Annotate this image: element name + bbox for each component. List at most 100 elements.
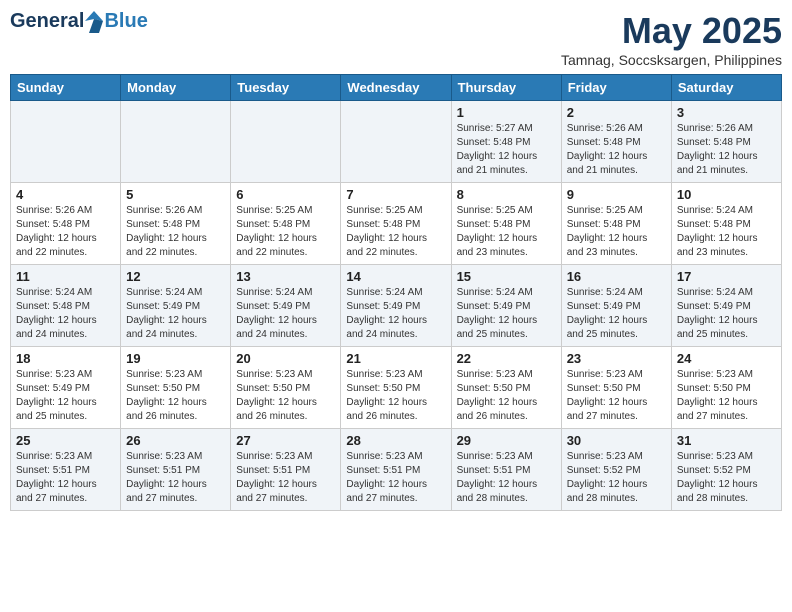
day-info: Sunrise: 5:25 AM Sunset: 5:48 PM Dayligh…	[236, 204, 335, 260]
day-info: Sunrise: 5:23 AM Sunset: 5:51 PM Dayligh…	[346, 450, 445, 506]
day-number: 10	[677, 187, 776, 202]
calendar-empty-cell	[231, 101, 341, 183]
day-number: 28	[346, 433, 445, 448]
day-number: 7	[346, 187, 445, 202]
calendar-empty-cell	[341, 101, 451, 183]
day-number: 26	[126, 433, 225, 448]
calendar-day-cell: 12Sunrise: 5:24 AM Sunset: 5:49 PM Dayli…	[121, 265, 231, 347]
day-info: Sunrise: 5:25 AM Sunset: 5:48 PM Dayligh…	[457, 204, 556, 260]
day-info: Sunrise: 5:24 AM Sunset: 5:49 PM Dayligh…	[346, 286, 445, 342]
day-info: Sunrise: 5:27 AM Sunset: 5:48 PM Dayligh…	[457, 122, 556, 178]
day-info: Sunrise: 5:23 AM Sunset: 5:51 PM Dayligh…	[126, 450, 225, 506]
day-number: 14	[346, 269, 445, 284]
calendar-day-cell: 10 Sunrise: 5:24 AM Sunset: 5:48 PM Dayli…	[671, 183, 781, 265]
day-info: Sunrise: 5:26 AM Sunset: 5:48 PM Dayligh…	[16, 204, 115, 260]
calendar-day-cell: 18Sunrise: 5:23 AM Sunset: 5:49 PM Dayli…	[11, 347, 121, 429]
day-info: Sunrise: 5:23 AM Sunset: 5:51 PM Dayligh…	[457, 450, 556, 506]
calendar-day-cell: 4 Sunrise: 5:26 AM Sunset: 5:48 PM Daylig…	[11, 183, 121, 265]
day-info: Sunrise: 5:23 AM Sunset: 5:52 PM Dayligh…	[677, 450, 776, 506]
calendar-body: 1Sunrise: 5:27 AM Sunset: 5:48 PM Daylig…	[11, 101, 782, 511]
calendar-day-cell: 24 Sunrise: 5:23 AM Sunset: 5:50 PM Dayli…	[671, 347, 781, 429]
calendar-day-cell: 3 Sunrise: 5:26 AM Sunset: 5:48 PM Daylig…	[671, 101, 781, 183]
day-info: Sunrise: 5:24 AM Sunset: 5:49 PM Dayligh…	[567, 286, 666, 342]
day-number: 25	[16, 433, 115, 448]
day-number: 13	[236, 269, 335, 284]
calendar-week-row: 18Sunrise: 5:23 AM Sunset: 5:49 PM Dayli…	[11, 347, 782, 429]
day-info: Sunrise: 5:23 AM Sunset: 5:49 PM Dayligh…	[16, 368, 115, 424]
weekday-header-cell: Tuesday	[231, 75, 341, 101]
weekday-header-cell: Saturday	[671, 75, 781, 101]
day-number: 19	[126, 351, 225, 366]
day-info: Sunrise: 5:26 AM Sunset: 5:48 PM Dayligh…	[126, 204, 225, 260]
calendar-day-cell: 9 Sunrise: 5:25 AM Sunset: 5:48 PM Daylig…	[561, 183, 671, 265]
calendar-day-cell: 30 Sunrise: 5:23 AM Sunset: 5:52 PM Dayli…	[561, 429, 671, 511]
day-info: Sunrise: 5:24 AM Sunset: 5:48 PM Dayligh…	[16, 286, 115, 342]
day-number: 15	[457, 269, 556, 284]
day-info: Sunrise: 5:26 AM Sunset: 5:48 PM Dayligh…	[677, 122, 776, 178]
month-title: May 2025	[561, 10, 782, 52]
day-number: 3	[677, 105, 776, 120]
day-number: 23	[567, 351, 666, 366]
calendar-day-cell: 8 Sunrise: 5:25 AM Sunset: 5:48 PM Daylig…	[451, 183, 561, 265]
location-title: Tamnag, Soccsksargen, Philippines	[561, 52, 782, 68]
day-number: 17	[677, 269, 776, 284]
calendar-day-cell: 22 Sunrise: 5:23 AM Sunset: 5:50 PM Dayli…	[451, 347, 561, 429]
weekday-header-cell: Friday	[561, 75, 671, 101]
calendar-empty-cell	[121, 101, 231, 183]
calendar-day-cell: 5 Sunrise: 5:26 AM Sunset: 5:48 PM Daylig…	[121, 183, 231, 265]
day-info: Sunrise: 5:24 AM Sunset: 5:49 PM Dayligh…	[126, 286, 225, 342]
calendar-day-cell: 15 Sunrise: 5:24 AM Sunset: 5:49 PM Dayli…	[451, 265, 561, 347]
calendar-day-cell: 26 Sunrise: 5:23 AM Sunset: 5:51 PM Dayli…	[121, 429, 231, 511]
day-number: 2	[567, 105, 666, 120]
day-info: Sunrise: 5:23 AM Sunset: 5:50 PM Dayligh…	[457, 368, 556, 424]
day-info: Sunrise: 5:23 AM Sunset: 5:50 PM Dayligh…	[126, 368, 225, 424]
day-info: Sunrise: 5:23 AM Sunset: 5:50 PM Dayligh…	[677, 368, 776, 424]
calendar-day-cell: 28 Sunrise: 5:23 AM Sunset: 5:51 PM Dayli…	[341, 429, 451, 511]
calendar-empty-cell	[11, 101, 121, 183]
calendar-week-row: 1Sunrise: 5:27 AM Sunset: 5:48 PM Daylig…	[11, 101, 782, 183]
title-area: May 2025 Tamnag, Soccsksargen, Philippin…	[561, 10, 782, 68]
weekday-header-row: SundayMondayTuesdayWednesdayThursdayFrid…	[11, 75, 782, 101]
weekday-header-cell: Wednesday	[341, 75, 451, 101]
calendar-day-cell: 7 Sunrise: 5:25 AM Sunset: 5:48 PM Daylig…	[341, 183, 451, 265]
day-info: Sunrise: 5:23 AM Sunset: 5:52 PM Dayligh…	[567, 450, 666, 506]
logo-icon	[85, 11, 103, 33]
calendar-day-cell: 21 Sunrise: 5:23 AM Sunset: 5:50 PM Dayli…	[341, 347, 451, 429]
calendar-day-cell: 1Sunrise: 5:27 AM Sunset: 5:48 PM Daylig…	[451, 101, 561, 183]
calendar-day-cell: 20 Sunrise: 5:23 AM Sunset: 5:50 PM Dayli…	[231, 347, 341, 429]
calendar-day-cell: 19 Sunrise: 5:23 AM Sunset: 5:50 PM Dayli…	[121, 347, 231, 429]
day-number: 5	[126, 187, 225, 202]
calendar-day-cell: 27 Sunrise: 5:23 AM Sunset: 5:51 PM Dayli…	[231, 429, 341, 511]
calendar-day-cell: 6Sunrise: 5:25 AM Sunset: 5:48 PM Daylig…	[231, 183, 341, 265]
day-info: Sunrise: 5:24 AM Sunset: 5:48 PM Dayligh…	[677, 204, 776, 260]
day-number: 20	[236, 351, 335, 366]
weekday-header-cell: Thursday	[451, 75, 561, 101]
logo-blue-text: Blue	[104, 10, 147, 33]
day-number: 16	[567, 269, 666, 284]
calendar-week-row: 11Sunrise: 5:24 AM Sunset: 5:48 PM Dayli…	[11, 265, 782, 347]
calendar-day-cell: 23Sunrise: 5:23 AM Sunset: 5:50 PM Dayli…	[561, 347, 671, 429]
day-info: Sunrise: 5:23 AM Sunset: 5:51 PM Dayligh…	[236, 450, 335, 506]
day-number: 22	[457, 351, 556, 366]
day-number: 24	[677, 351, 776, 366]
day-info: Sunrise: 5:23 AM Sunset: 5:50 PM Dayligh…	[346, 368, 445, 424]
day-number: 4	[16, 187, 115, 202]
day-info: Sunrise: 5:25 AM Sunset: 5:48 PM Dayligh…	[567, 204, 666, 260]
day-info: Sunrise: 5:25 AM Sunset: 5:48 PM Dayligh…	[346, 204, 445, 260]
day-number: 27	[236, 433, 335, 448]
page-header: General Blue May 2025 Tamnag, Soccsksarg…	[10, 10, 782, 68]
day-info: Sunrise: 5:24 AM Sunset: 5:49 PM Dayligh…	[457, 286, 556, 342]
day-number: 8	[457, 187, 556, 202]
calendar-day-cell: 14 Sunrise: 5:24 AM Sunset: 5:49 PM Dayli…	[341, 265, 451, 347]
logo-general-text: General	[10, 10, 84, 33]
day-info: Sunrise: 5:23 AM Sunset: 5:50 PM Dayligh…	[236, 368, 335, 424]
calendar-week-row: 4 Sunrise: 5:26 AM Sunset: 5:48 PM Daylig…	[11, 183, 782, 265]
weekday-header-cell: Sunday	[11, 75, 121, 101]
day-number: 9	[567, 187, 666, 202]
calendar-day-cell: 25Sunrise: 5:23 AM Sunset: 5:51 PM Dayli…	[11, 429, 121, 511]
day-info: Sunrise: 5:26 AM Sunset: 5:48 PM Dayligh…	[567, 122, 666, 178]
day-number: 21	[346, 351, 445, 366]
day-number: 30	[567, 433, 666, 448]
day-number: 31	[677, 433, 776, 448]
day-number: 29	[457, 433, 556, 448]
